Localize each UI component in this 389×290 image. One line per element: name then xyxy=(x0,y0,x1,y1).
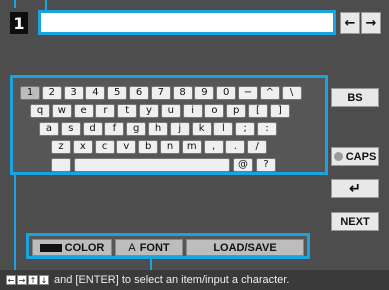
software-keyboard: 1 2 3 4 5 6 7 8 9 0− ^ \ q w e r t y u i o p[] a s d f g h j k l;: z x c v… xyxy=(10,75,328,175)
line-number-badge: 1 xyxy=(10,12,28,34)
keyboard-key[interactable]: n xyxy=(160,140,180,154)
keyboard-key[interactable]: 7 xyxy=(150,86,171,100)
text-input-field[interactable] xyxy=(38,10,336,35)
keyboard-key[interactable]: 2 xyxy=(41,86,62,100)
keyboard-key[interactable]: 4 xyxy=(85,86,106,100)
keyboard-key[interactable]: : xyxy=(257,122,277,136)
arrow-right-icon: → xyxy=(365,15,377,31)
arrow-right-key-icon: → xyxy=(17,275,27,285)
caps-indicator-icon xyxy=(333,152,343,161)
keyboard-key[interactable]: 9 xyxy=(194,86,215,100)
keyboard-key[interactable]: \ xyxy=(281,86,302,100)
keyboard-key[interactable]: − xyxy=(238,86,258,100)
status-text: and [ENTER] to select an item/input a ch… xyxy=(54,274,290,286)
keyboard-key[interactable]: @ xyxy=(233,158,253,172)
keyboard-key[interactable]: b xyxy=(138,140,159,154)
caps-label: CAPS xyxy=(345,150,377,163)
keyboard-key[interactable]: c xyxy=(94,140,115,154)
enter-button[interactable]: ↵ xyxy=(331,179,379,198)
keyboard-key[interactable]: w xyxy=(51,104,72,118)
keyboard-key[interactable]: . xyxy=(225,140,246,154)
keyboard-key[interactable]: 8 xyxy=(172,86,193,100)
keyboard-key[interactable]: , xyxy=(203,140,224,154)
keyboard-key[interactable]: ] xyxy=(269,104,290,118)
keyboard-key[interactable]: x xyxy=(72,140,93,154)
arrow-left-key-icon: ← xyxy=(6,275,16,285)
enter-icon: ↵ xyxy=(349,180,361,196)
keyboard-key[interactable]: u xyxy=(160,104,181,118)
tab-font[interactable]: A FONT xyxy=(115,239,183,256)
keyboard-key[interactable]: g xyxy=(126,122,147,136)
keyboard-key[interactable]: 0 xyxy=(216,86,237,100)
keyboard-key[interactable]: v xyxy=(116,140,137,154)
keyboard-key[interactable]: 5 xyxy=(107,86,128,100)
tab-load-save[interactable]: LOAD/SAVE xyxy=(186,239,304,256)
keyboard-key[interactable]: k xyxy=(191,122,212,136)
keyboard-key[interactable]: 6 xyxy=(129,86,149,100)
keyboard-key[interactable]: m xyxy=(181,140,202,154)
keyboard-key[interactable]: r xyxy=(95,104,116,118)
arrow-left-icon: ← xyxy=(344,15,356,31)
keyboard-key[interactable]: o xyxy=(204,104,225,118)
callout-line-tabs xyxy=(150,259,152,270)
cursor-left-button[interactable]: ← xyxy=(340,12,360,34)
keyboard-key[interactable]: z xyxy=(51,140,71,154)
keyboard-key[interactable]: y xyxy=(139,104,159,118)
keyboard-key[interactable]: q xyxy=(30,104,50,118)
keyboard-key[interactable]: ; xyxy=(235,122,256,136)
callout-line-top-input xyxy=(45,0,47,10)
caps-button[interactable]: CAPS xyxy=(331,147,379,166)
arrow-up-key-icon: ↑ xyxy=(28,275,38,285)
keyboard-key-blank[interactable] xyxy=(51,158,71,172)
keyboard-key[interactable]: j xyxy=(169,122,190,136)
space-bar[interactable] xyxy=(74,158,230,172)
keyboard-key[interactable]: s xyxy=(60,122,81,136)
keyboard-key[interactable]: p xyxy=(226,104,247,118)
next-button[interactable]: NEXT xyxy=(331,212,379,231)
keyboard-key[interactable]: d xyxy=(82,122,103,136)
cursor-right-button[interactable]: → xyxy=(361,12,381,34)
callout-line-keyboard xyxy=(14,175,16,270)
keyboard-key[interactable]: i xyxy=(182,104,203,118)
keyboard-key[interactable]: [ xyxy=(248,104,268,118)
backspace-button[interactable]: BS xyxy=(331,88,379,107)
keyboard-key[interactable]: h xyxy=(148,122,168,136)
keyboard-key[interactable]: 3 xyxy=(63,86,84,100)
status-bar: ← → ↑ ↓ and [ENTER] to select an item/in… xyxy=(0,270,389,290)
keyboard-key[interactable]: t xyxy=(117,104,138,118)
keyboard-key[interactable]: / xyxy=(247,140,268,154)
tab-font-label: FONT xyxy=(139,241,170,254)
keyboard-key[interactable]: e xyxy=(73,104,94,118)
font-icon: A xyxy=(128,241,136,254)
tab-color-label: COLOR xyxy=(64,241,105,254)
keyboard-key[interactable]: f xyxy=(104,122,125,136)
callout-line-top-left xyxy=(14,0,16,8)
keyboard-key[interactable]: a xyxy=(39,122,59,136)
keyboard-key[interactable]: ^ xyxy=(259,86,280,100)
mode-tabs: COLOR A FONT LOAD/SAVE xyxy=(26,233,310,259)
arrow-down-key-icon: ↓ xyxy=(39,275,49,285)
keyboard-key[interactable]: ? xyxy=(256,158,276,172)
tab-color[interactable]: COLOR xyxy=(32,239,112,256)
character-input-screen: 1 ← → 1 2 3 4 5 6 7 8 9 0− ^ \ q w e r t y u i o p[] a s d f g h j k l… xyxy=(0,0,389,290)
keyboard-key[interactable]: l xyxy=(213,122,234,136)
keyboard-key[interactable]: 1 xyxy=(20,86,40,100)
color-swatch-icon xyxy=(39,243,62,252)
